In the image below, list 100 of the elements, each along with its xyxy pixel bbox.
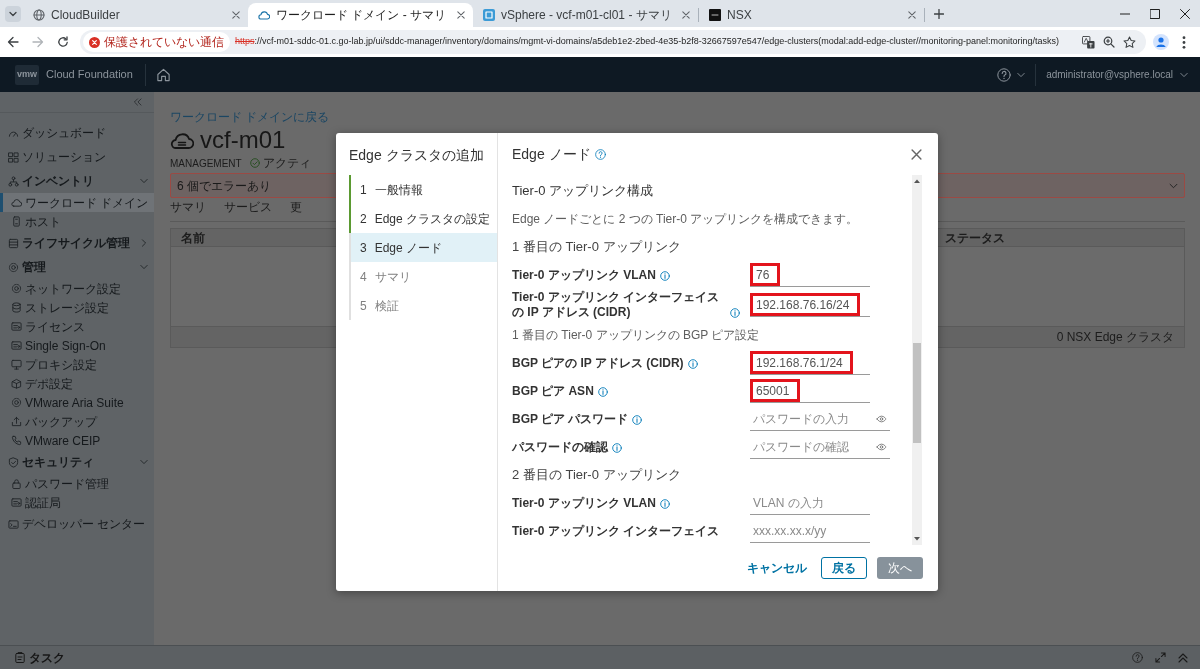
sidebar-item[interactable]: ホスト — [0, 212, 154, 231]
clipboard-icon — [15, 652, 25, 663]
column-header: ステータス — [944, 229, 1006, 247]
cancel-button[interactable]: キャンセル — [743, 557, 811, 579]
task-panel-title[interactable]: タスク — [29, 648, 65, 667]
field-label: Tier-0 アップリンク VLAN — [512, 495, 656, 511]
status-text: アクティ — [262, 155, 311, 172]
domain-type: MANAGEMENT — [170, 156, 242, 171]
sidebar-item[interactable]: VMware CEIP — [0, 431, 154, 450]
expand-icon[interactable] — [1155, 652, 1166, 663]
info-icon[interactable] — [730, 308, 740, 318]
gear-icon — [11, 283, 22, 294]
scrollbar-track[interactable] — [912, 175, 922, 545]
browser-tab[interactable]: NSX — [699, 3, 924, 27]
security-chip[interactable]: 保護されていない通信 — [83, 32, 230, 52]
close-icon[interactable] — [457, 11, 465, 19]
user-menu[interactable]: administrator@vsphere.local — [1046, 67, 1173, 82]
more-vertical-icon[interactable] — [1182, 35, 1186, 49]
input-field[interactable]: 65001 — [750, 379, 800, 403]
sidebar-item[interactable]: ネットワーク設定 — [0, 279, 154, 298]
minimize-icon[interactable] — [1120, 12, 1130, 15]
phone-icon — [11, 435, 22, 446]
double-chevron-up-icon[interactable] — [1178, 652, 1188, 663]
back-link[interactable]: ワークロード ドメインに戻る — [170, 110, 330, 124]
input-field[interactable]: パスワードの確認 — [750, 435, 872, 459]
eye-icon[interactable] — [875, 414, 887, 423]
square-tile-icon — [709, 9, 721, 21]
sidebar-item[interactable]: インベントリ — [0, 169, 154, 193]
sidebar-item[interactable]: デポ設定 — [0, 374, 154, 393]
star-icon[interactable] — [1123, 35, 1136, 49]
plus-icon[interactable] — [934, 8, 944, 19]
scrollbar-thumb[interactable] — [913, 343, 921, 443]
sidebar-item[interactable]: パスワード管理 — [0, 474, 154, 493]
help-icon[interactable] — [1132, 652, 1143, 663]
error-message: 6 個でエラーあり — [177, 177, 271, 195]
box-icon — [11, 378, 22, 389]
back-button[interactable]: 戻る — [821, 557, 867, 579]
page-tab[interactable]: 更 — [290, 198, 302, 221]
shield-icon — [8, 456, 19, 468]
field-label: BGP ピア ASN — [512, 383, 594, 399]
chevron-down-icon[interactable] — [1017, 71, 1026, 78]
sidebar-item[interactable]: バックアップ — [0, 412, 154, 431]
stack-icon — [8, 237, 19, 249]
input-field[interactable]: 192.168.76.1/24 — [750, 351, 853, 375]
info-icon[interactable] — [597, 386, 608, 397]
info-icon[interactable] — [612, 442, 622, 453]
sidebar-item[interactable]: ダッシュボード — [0, 121, 154, 145]
sidebar-item[interactable]: VMware Aria Suite — [0, 393, 154, 412]
info-icon[interactable] — [659, 270, 670, 281]
input-field[interactable]: VLAN の入力 — [750, 491, 870, 515]
input-field[interactable]: パスワードの入力 — [750, 407, 872, 431]
close-icon[interactable] — [1180, 8, 1190, 19]
sidebar-item[interactable]: ライフサイクル管理 — [0, 231, 154, 255]
info-icon[interactable] — [659, 498, 670, 509]
sidebar-item[interactable]: 管理 — [0, 255, 154, 279]
logo: vmw — [15, 64, 39, 85]
sidebar-item[interactable]: Single Sign-On — [0, 336, 154, 355]
grid-icon — [8, 151, 19, 163]
panel-title: Edge ノード — [512, 146, 591, 162]
close-icon[interactable] — [911, 148, 922, 160]
info-icon[interactable] — [632, 414, 643, 425]
sidebar-item[interactable]: 認証局 — [0, 493, 154, 512]
help-text: Edge ノードごとに 2 つの Tier-0 アップリンクを構成できます。 — [512, 211, 859, 228]
page-tab[interactable]: サービス — [224, 198, 272, 221]
eye-icon[interactable] — [875, 442, 887, 451]
card-icon — [11, 497, 22, 508]
input-field[interactable]: 192.168.76.16/24 — [750, 293, 860, 317]
help-icon[interactable] — [997, 67, 1012, 82]
database-icon — [11, 302, 22, 313]
page-title: vcf-m01 — [200, 128, 286, 152]
chevron-down-icon[interactable] — [5, 5, 21, 22]
input-field[interactable]: 76 — [750, 263, 780, 287]
gear-icon — [8, 261, 19, 273]
arrow-left-icon[interactable] — [6, 36, 19, 48]
sidebar-item[interactable]: セキュリティ — [0, 450, 154, 474]
terminal-icon — [8, 518, 19, 530]
section-title: Tier-0 アップリンク構成 — [512, 182, 654, 201]
browser-tab[interactable]: vSphere - vcf-m01-cl01 - サマリ — [473, 3, 698, 27]
sidebar-item[interactable]: ソリューション — [0, 145, 154, 169]
wizard-step[interactable]: 3 Edge ノード — [349, 233, 497, 262]
triangle-up-icon[interactable] — [914, 179, 920, 183]
translate-icon[interactable] — [1082, 35, 1095, 49]
reload-icon[interactable] — [56, 36, 69, 48]
input-field[interactable]: xxx.xx.xx.x/yy — [750, 519, 870, 543]
magnifier-icon[interactable] — [1103, 36, 1115, 48]
maximize-icon[interactable] — [1150, 8, 1160, 19]
browser-tab[interactable]: CloudBuilder — [23, 3, 248, 27]
page-tab[interactable]: サマリ — [170, 198, 206, 221]
cloud-icon — [11, 197, 22, 208]
avatar-icon[interactable] — [1153, 34, 1169, 50]
info-icon[interactable] — [687, 358, 698, 369]
chevron-down-icon[interactable] — [1180, 71, 1188, 78]
triangle-down-icon[interactable] — [914, 537, 920, 541]
address-bar[interactable]: 保護されていない通信 https://vcf-m01-sddc-01.c.go-lab.jp/ui/sddc-manager/inventory/domains/mgmt-vi-domains/a5deb1e2-2bed-4e35-b2f8-32667597e547/edge-clusters(modal:add-edge-cluster//monitoring-panel:monitoring/tasks) — [80, 30, 1146, 54]
sidebar-item[interactable]: ライセンス — [0, 317, 154, 336]
sidebar-item[interactable]: ワークロード ドメイン — [0, 193, 154, 212]
sidebar-item[interactable]: ストレージ設定 — [0, 298, 154, 317]
home-icon[interactable] — [155, 67, 171, 82]
browser-tab[interactable]: ワークロード ドメイン - サマリ — [248, 3, 473, 27]
help-icon[interactable] — [594, 148, 606, 160]
